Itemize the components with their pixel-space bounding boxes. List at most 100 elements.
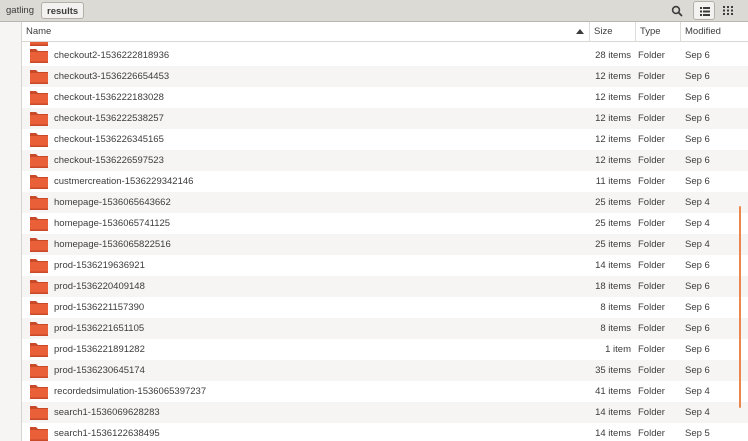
column-header-size[interactable]: Size [590,22,636,41]
file-row[interactable]: checkout-1536222183028 12 items Folder Sep … [22,87,748,108]
file-modified: Sep 6 [685,323,710,334]
scrollbar[interactable] [739,206,741,408]
file-type: Folder [638,302,665,313]
breadcrumb-gatling[interactable]: gatling [0,2,40,19]
file-modified: Sep 6 [685,155,710,166]
file-row[interactable]: search1-1536069628283 14 items Folder Sep 4 [22,402,748,423]
folder-icon [30,238,48,252]
file-row[interactable]: prod-1536221651105 8 items Folder Sep 6 [22,318,748,339]
file-modified: Sep 4 [685,239,710,250]
file-size: 41 items [595,386,631,397]
file-row[interactable]: prod-1536230645174 35 items Folder Sep 6 [22,360,748,381]
file-modified: Sep 6 [685,113,710,124]
folder-icon [30,154,48,168]
file-modified: Sep 6 [685,281,710,292]
column-header-modified[interactable]: Modified [681,22,748,41]
file-row[interactable]: checkout-1536222538257 12 items Folder Sep … [22,108,748,129]
file-name: checkout-1536222538257 [54,113,164,124]
file-size: 14 items [595,407,631,418]
file-name: prod-1536221891282 [54,344,145,355]
file-name: checkout-1536226345165 [54,134,164,145]
file-name: prod-1536219636921 [54,260,145,271]
file-row[interactable]: homepage-1536065643662 25 items Folder Sep … [22,192,748,213]
file-modified: Sep 4 [685,407,710,418]
file-name: checkout-1536222183028 [54,92,164,103]
folder-icon [30,301,48,315]
header-bar: gatling results [0,0,748,22]
column-header-type[interactable]: Type [636,22,681,41]
file-size: 25 items [595,197,631,208]
sidebar [0,22,22,441]
breadcrumb-results[interactable]: results [41,2,85,19]
file-size: 12 items [595,155,631,166]
grid-view-button[interactable] [717,1,739,20]
file-row[interactable]: prod-1536219636921 14 items Folder Sep 6 [22,255,748,276]
file-row[interactable]: checkout3-1536226654453 12 items Folder Sep… [22,66,748,87]
grid-view-icon [723,6,733,15]
file-modified: Sep 4 [685,197,710,208]
file-type: Folder [638,323,665,334]
file-name: homepage-1536065741125 [54,218,171,229]
list-view-button[interactable] [693,1,715,20]
file-type: Folder [638,92,665,103]
file-size: 8 items [600,302,631,313]
file-modified: Sep 6 [685,365,710,376]
file-type: Folder [638,197,665,208]
file-name: prod-1536221651105 [54,323,145,334]
file-type: Folder [638,113,665,124]
file-name: homepage-1536065643662 [54,197,171,208]
folder-icon [30,217,48,231]
file-type: Folder [638,71,665,82]
file-type: Folder [638,428,665,439]
file-size: 8 items [600,323,631,334]
file-type: Folder [638,134,665,145]
folder-icon [30,91,48,105]
file-row[interactable]: search1-1536122638495 14 items Folder Sep 5 [22,423,748,441]
file-size: 14 items [595,260,631,271]
folder-icon [30,70,48,84]
column-headers: Name Size Type Modified [22,22,748,42]
sort-ascending-icon[interactable] [576,29,584,34]
file-row[interactable]: homepage-1536065741125 25 items Folder Sep … [22,213,748,234]
file-size: 28 items [595,50,631,61]
file-modified: Sep 6 [685,134,710,145]
file-type: Folder [638,386,665,397]
file-modified: Sep 6 [685,71,710,82]
list-view-icon [700,7,710,16]
file-row[interactable]: checkout2-1536222818936 28 items Folder Sep… [22,45,748,66]
file-name: search1-1536122638495 [54,428,160,439]
file-type: Folder [638,344,665,355]
file-type: Folder [638,260,665,271]
file-row[interactable]: homepage-1536065822516 25 items Folder Sep … [22,234,748,255]
file-name: checkout3-1536226654453 [54,71,170,82]
file-row[interactable]: prod-1536221891282 1 item Folder Sep 6 [22,339,748,360]
file-type: Folder [638,239,665,250]
file-row[interactable]: recordedsimulation-1536065397237 41 items… [22,381,748,402]
file-size: 18 items [595,281,631,292]
file-type: Folder [638,50,665,61]
file-type: Folder [638,407,665,418]
file-row[interactable]: checkout-1536226597523 12 items Folder Sep … [22,150,748,171]
file-size: 11 items [595,176,631,187]
file-row[interactable]: custmercreation-1536229342146 11 items Fol… [22,171,748,192]
file-name: recordedsimulation-1536065397237 [54,386,207,397]
folder-icon [30,280,48,294]
file-modified: Sep 4 [685,386,710,397]
file-name: custmercreation-1536229342146 [54,176,194,187]
file-row[interactable]: prod-1536221157390 8 items Folder Sep 6 [22,297,748,318]
file-size: 12 items [595,134,631,145]
file-name: prod-1536230645174 [54,365,145,376]
file-size: 25 items [595,218,631,229]
file-size: 14 items [595,428,631,439]
file-row[interactable]: checkout-1536226345165 12 items Folder Sep … [22,129,748,150]
file-name: checkout-1536226597523 [54,155,164,166]
file-row[interactable]: prod-1536220409148 18 items Folder Sep 6 [22,276,748,297]
file-name: prod-1536221157390 [54,302,145,313]
file-size: 12 items [595,71,631,82]
search-button[interactable] [666,1,688,20]
file-modified: Sep 4 [685,218,710,229]
folder-icon [30,49,48,63]
column-header-name[interactable]: Name [22,22,590,41]
file-name: checkout2-1536222818936 [54,50,170,61]
folder-icon [30,196,48,210]
